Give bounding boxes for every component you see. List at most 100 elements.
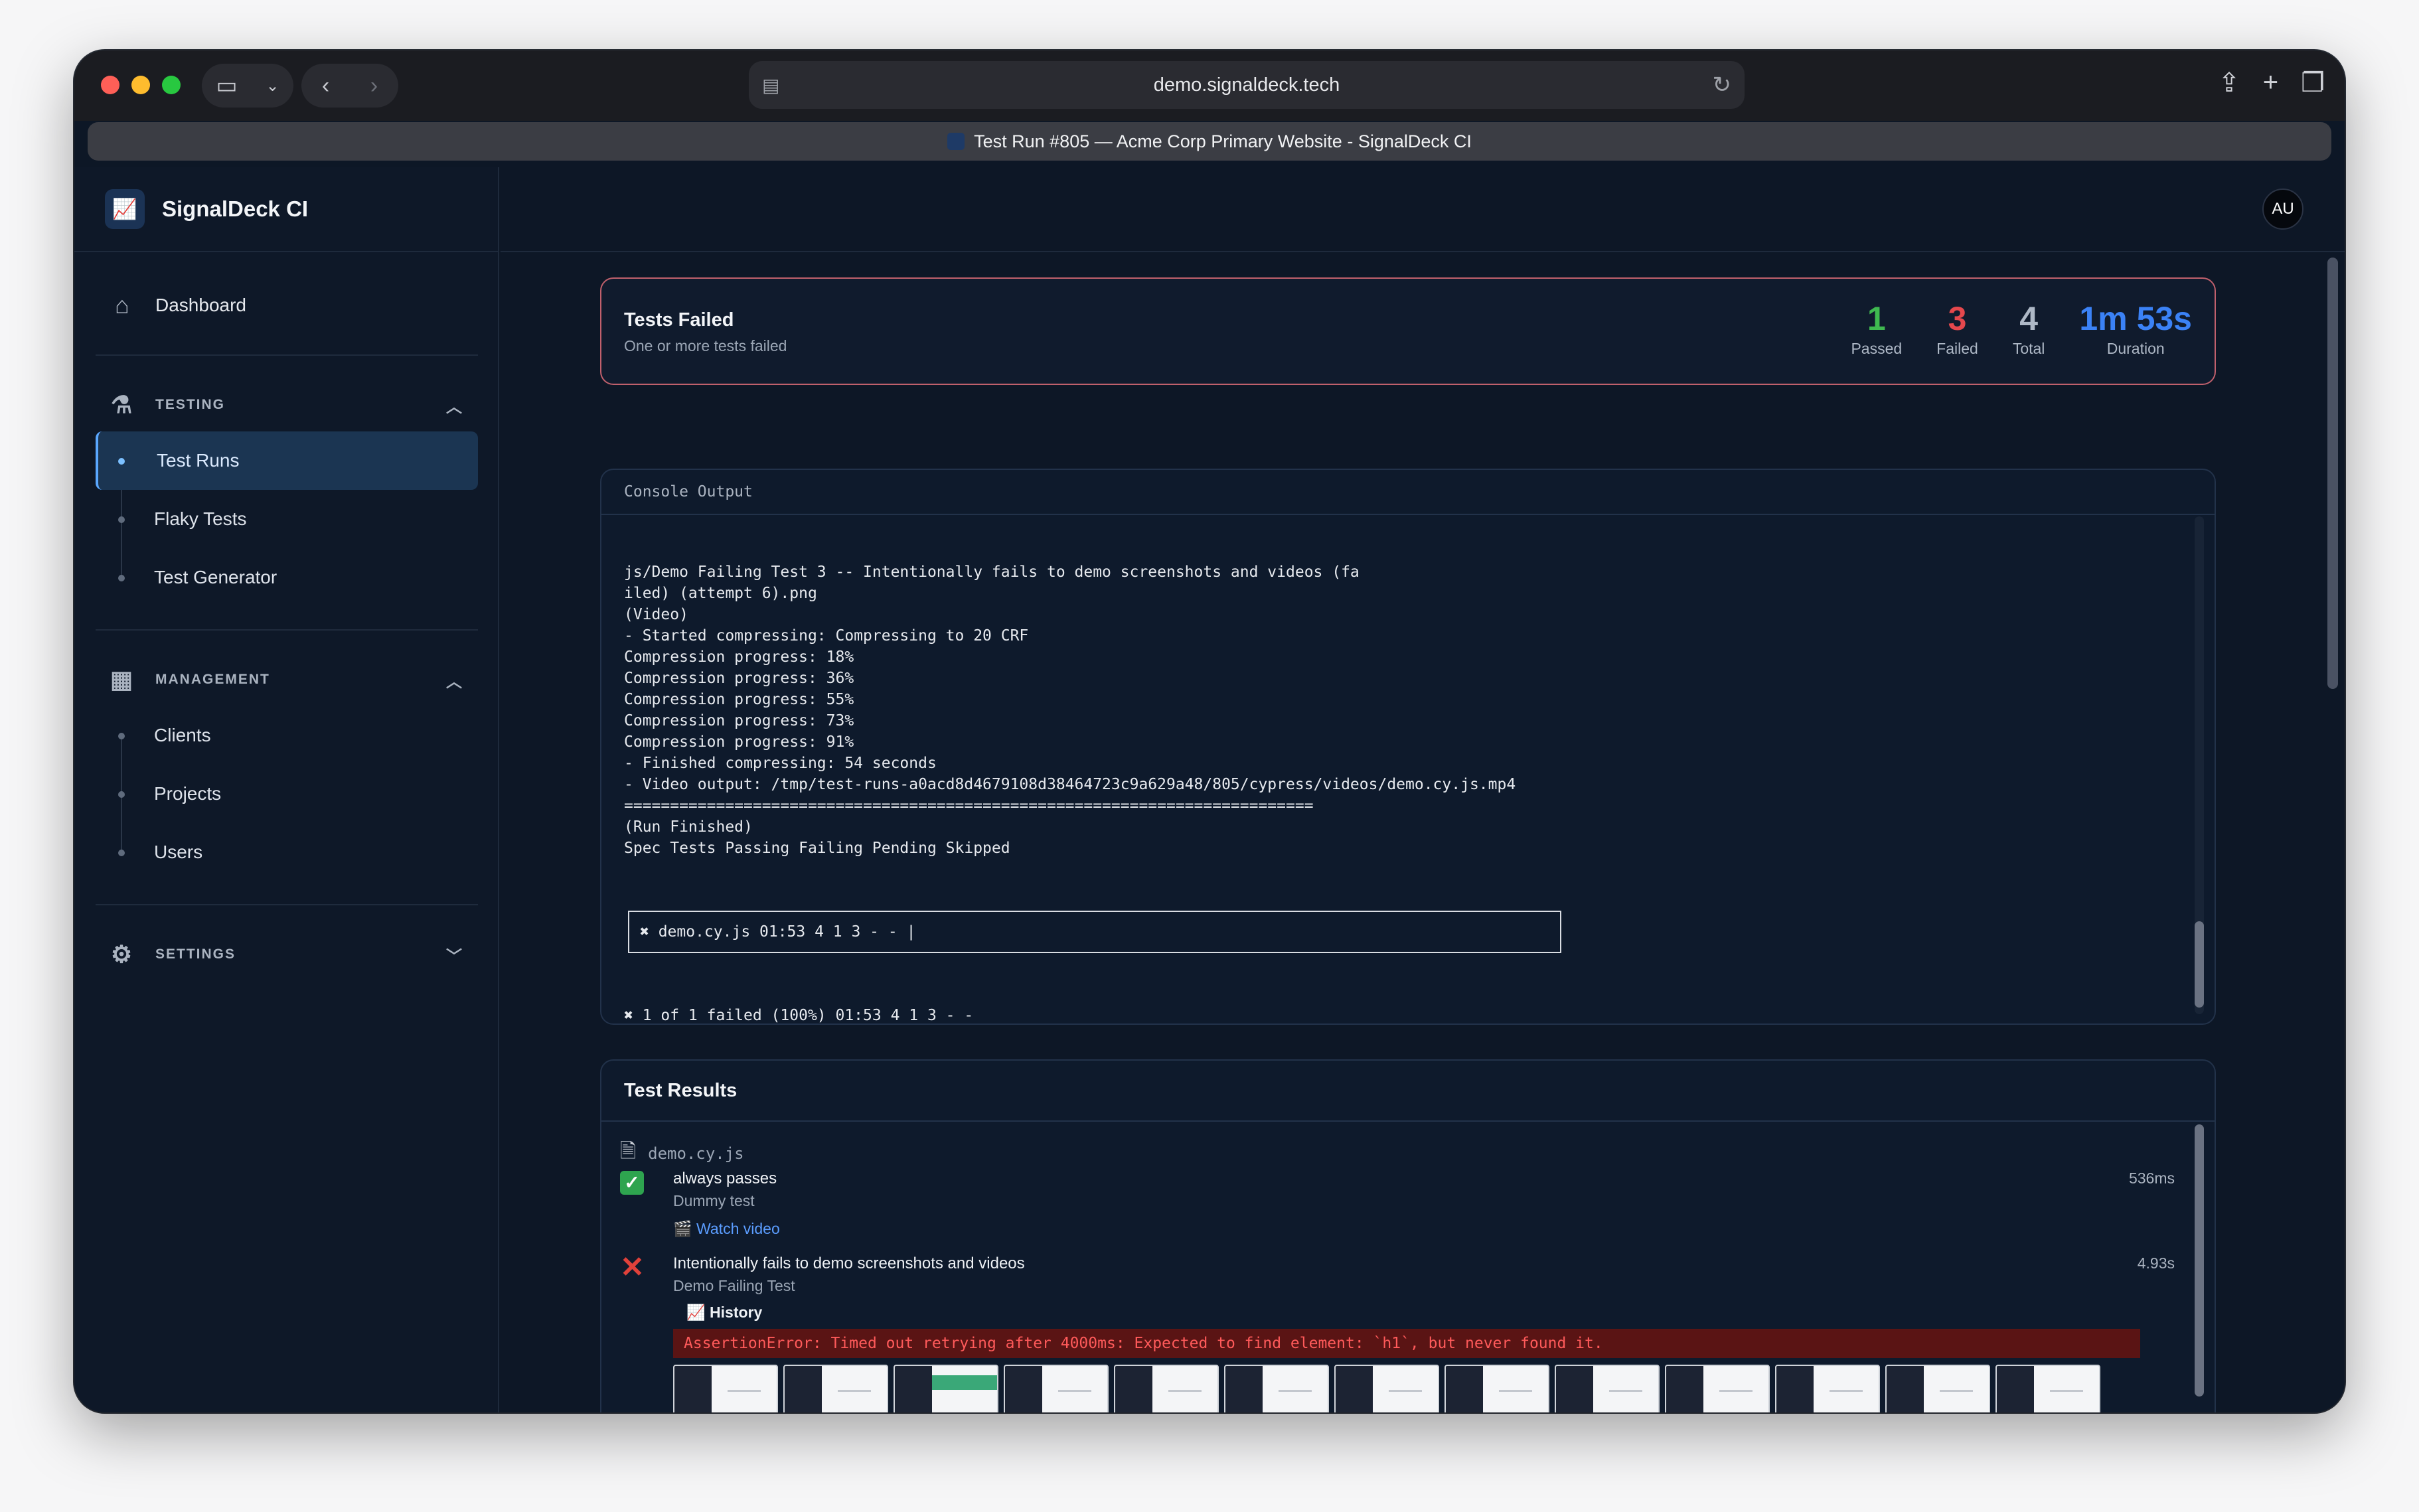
page-settings-icon[interactable]: ▤: [762, 74, 779, 96]
console-line: Compression progress: 91%: [624, 733, 854, 751]
stat-value: 1: [1867, 300, 1886, 337]
url-text: demo.signaldeck.tech: [1153, 74, 1340, 96]
section-testing-toggle[interactable]: ⚗ TESTING ︿: [96, 378, 478, 431]
sidebar-item-label: Dashboard: [155, 295, 246, 315]
management-submenu: Clients Projects Users: [96, 706, 478, 881]
chevron-up-icon: ︿: [446, 398, 463, 416]
back-button[interactable]: ‹: [322, 73, 329, 99]
stat-value: 3: [1948, 300, 1967, 337]
share-icon[interactable]: ⇪: [2218, 68, 2240, 98]
screenshot-thumbnail[interactable]: [1004, 1365, 1109, 1412]
sidebar-item-test-runs[interactable]: Test Runs: [96, 431, 478, 490]
screenshot-thumbnail[interactable]: [894, 1365, 998, 1412]
reload-icon[interactable]: ↻: [1713, 72, 1732, 98]
brand[interactable]: 📈 SignalDeck CI: [74, 167, 498, 252]
maximize-window-button[interactable]: [162, 76, 181, 94]
avatar[interactable]: AU: [2262, 189, 2303, 230]
screenshot-thumbnails: [673, 1365, 2107, 1412]
console-line: Compression progress: 73%: [624, 712, 854, 729]
test-row-passed: ✓ always passes Dummy test 536ms 🎬 Watch…: [620, 1170, 2175, 1243]
sidebar-nav: ⌂ Dashboard ⚗ TESTING ︿ Test Runs Flaky …: [74, 252, 498, 981]
scroll-thumb[interactable]: [2195, 921, 2204, 1008]
forward-button[interactable]: ›: [370, 73, 378, 99]
sidebar-item-dashboard[interactable]: ⌂ Dashboard: [96, 279, 478, 332]
console-line: (Video): [624, 606, 688, 623]
console-line: ✖ 1 of 1 failed (100%) 01:53 4 1 3 - -: [624, 1007, 974, 1024]
screenshot-thumbnail[interactable]: [1114, 1365, 1219, 1412]
chevron-up-icon: ︿: [446, 672, 463, 691]
console-line: Spec Tests Passing Failing Pending Skipp…: [624, 840, 1010, 857]
stat-value: 1m 53s: [2079, 300, 2192, 337]
screenshot-thumbnail[interactable]: [1885, 1365, 1990, 1412]
screenshot-thumbnail[interactable]: [1224, 1365, 1329, 1412]
gear-icon: ⚙: [110, 941, 134, 968]
close-window-button[interactable]: [101, 76, 119, 94]
screenshot-thumbnail[interactable]: [1995, 1365, 2100, 1412]
summary-stats: 1 Passed 3 Failed 4 Total 1m 53s Duratio…: [1851, 299, 2192, 358]
console-line: Compression progress: 18%: [624, 648, 854, 666]
test-title: always passes: [673, 1170, 777, 1187]
sidebar-item-clients[interactable]: Clients: [96, 706, 478, 765]
watch-video-link[interactable]: 🎬 Watch video: [673, 1220, 780, 1238]
console-log[interactable]: js/Demo Failing Test 3 -- Intentionally …: [601, 515, 2215, 1024]
page-scrollbar[interactable]: [2327, 258, 2338, 689]
test-title: Intentionally fails to demo screenshots …: [673, 1254, 1025, 1272]
minimize-window-button[interactable]: [131, 76, 150, 94]
section-label: TESTING: [155, 397, 226, 412]
stat-total: 4 Total: [2013, 299, 2045, 358]
console-line: iled) (attempt 6).png: [624, 585, 817, 602]
link-label: Watch video: [696, 1220, 780, 1237]
sidebar-item-projects[interactable]: Projects: [96, 765, 478, 823]
check-icon: ✓: [620, 1171, 644, 1195]
sidebar: 📈 SignalDeck CI ⌂ Dashboard ⚗ TESTING ︿: [74, 167, 499, 1412]
console-scrollbar[interactable]: [2195, 516, 2204, 1014]
test-duration: 536ms: [2128, 1170, 2175, 1187]
tab-overview-icon[interactable]: ❐: [2301, 68, 2325, 98]
sidebar-item-label: Test Runs: [157, 450, 240, 471]
divider: [96, 629, 478, 631]
sidebar-item-users[interactable]: Users: [96, 823, 478, 881]
home-icon: ⌂: [115, 291, 129, 319]
spec-result-box: ✖ demo.cy.js 01:53 4 1 3 - - |: [628, 911, 1561, 953]
tab-active[interactable]: Test Run #805 — Acme Corp Primary Websit…: [88, 122, 2331, 161]
console-line: ========================================…: [624, 797, 1314, 814]
flask-icon: ⚗: [110, 391, 134, 418]
console-line: - Video output: /tmp/test-runs-a0acd8d46…: [624, 776, 1516, 793]
browser-window: ▭ ⌄ ‹ › ▤ demo.signaldeck.tech ↻ ⇪ + ❐ T…: [74, 50, 2345, 1412]
new-tab-icon[interactable]: +: [2263, 68, 2278, 98]
screenshot-thumbnail[interactable]: [1444, 1365, 1549, 1412]
sidebar-item-test-generator[interactable]: Test Generator: [96, 548, 478, 607]
testing-submenu: Test Runs Flaky Tests Test Generator: [96, 431, 478, 607]
screenshot-thumbnail[interactable]: [1334, 1365, 1439, 1412]
toolbar-actions: ⇪ + ❐: [2218, 68, 2325, 98]
history-label: History: [710, 1304, 763, 1321]
sidebar-item-flaky-tests[interactable]: Flaky Tests: [96, 490, 478, 548]
spec-file-name: demo.cy.js: [648, 1144, 744, 1163]
spec-row: ✖ demo.cy.js 01:53 4 1 3 - - |: [640, 923, 916, 941]
screenshot-thumbnail[interactable]: [1665, 1365, 1770, 1412]
console-line: - Finished compressing: 54 seconds: [624, 755, 937, 772]
summary-subtitle: One or more tests failed: [624, 337, 787, 354]
section-management-toggle[interactable]: ▦ MANAGEMENT ︿: [96, 653, 478, 706]
screenshot-thumbnail[interactable]: [783, 1365, 888, 1412]
app: 📈 SignalDeck CI ⌂ Dashboard ⚗ TESTING ︿: [74, 167, 2345, 1412]
screenshot-thumbnail[interactable]: [673, 1365, 778, 1412]
test-suite: Demo Failing Test: [673, 1277, 795, 1294]
divider: [96, 354, 478, 356]
sidebar-item-label: Clients: [154, 725, 211, 745]
screenshot-thumbnail[interactable]: [1775, 1365, 1880, 1412]
sidebar-item-label: Users: [154, 842, 203, 862]
chevron-down-icon: ﹀: [446, 947, 463, 966]
console-line: js/Demo Failing Test 3 -- Intentionally …: [624, 564, 1360, 581]
section-settings-toggle[interactable]: ⚙ SETTINGS ﹀: [96, 928, 478, 981]
stat-duration: 1m 53s Duration: [2079, 299, 2192, 358]
address-bar[interactable]: ▤ demo.signaldeck.tech ↻: [749, 61, 1745, 109]
stat-failed: 3 Failed: [1936, 299, 1978, 358]
sidebar-toggle-button[interactable]: ▭ ⌄: [202, 64, 293, 108]
console-line: Compression progress: 55%: [624, 691, 854, 708]
favicon: [947, 133, 965, 150]
results-scrollbar[interactable]: [2195, 1124, 2204, 1397]
console-lines-top: js/Demo Failing Test 3 -- Intentionally …: [624, 562, 2192, 859]
history-toggle[interactable]: 📈 History: [686, 1304, 762, 1322]
screenshot-thumbnail[interactable]: [1555, 1365, 1660, 1412]
